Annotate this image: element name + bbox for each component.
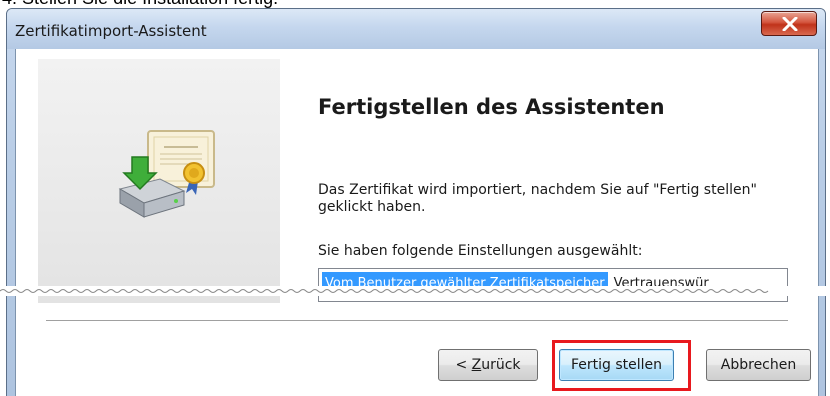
- cancel-button[interactable]: Abbrechen: [706, 349, 811, 381]
- settings-label: Sie haben folgende Einstellungen ausgewä…: [318, 243, 643, 259]
- wizard-heading: Fertigstellen des Assistenten: [318, 95, 665, 119]
- close-button[interactable]: [761, 11, 817, 36]
- wizard-description: Das Zertifikat wird importiert, nachdem …: [318, 182, 757, 215]
- close-icon: [782, 17, 798, 31]
- settings-list[interactable]: Vom Benutzer gewählter Zertifikatspeiche…: [318, 268, 788, 302]
- certificate-install-icon: [118, 130, 215, 218]
- button-separator: [46, 320, 788, 322]
- back-button-label: urück: [481, 357, 521, 373]
- back-button[interactable]: < Zurück: [438, 349, 538, 381]
- torn-edge-divider: [0, 286, 830, 296]
- wizard-content: Fertigstellen des Assistenten Das Zertif…: [15, 49, 819, 396]
- document-caption: 4. Stellen Sie die Installation fertig.: [0, 0, 830, 8]
- wizard-side-panel: [38, 59, 280, 303]
- finish-button-highlight: [552, 340, 691, 391]
- back-button-prefix: <: [455, 357, 472, 373]
- back-button-accelerator: Z: [471, 357, 482, 373]
- title-bar[interactable]: Zertifikatimport-Assistent: [7, 9, 825, 49]
- window-title: Zertifikatimport-Assistent: [15, 22, 207, 40]
- wizard-window: Zertifikatimport-Assistent Fertigstellen…: [6, 8, 826, 396]
